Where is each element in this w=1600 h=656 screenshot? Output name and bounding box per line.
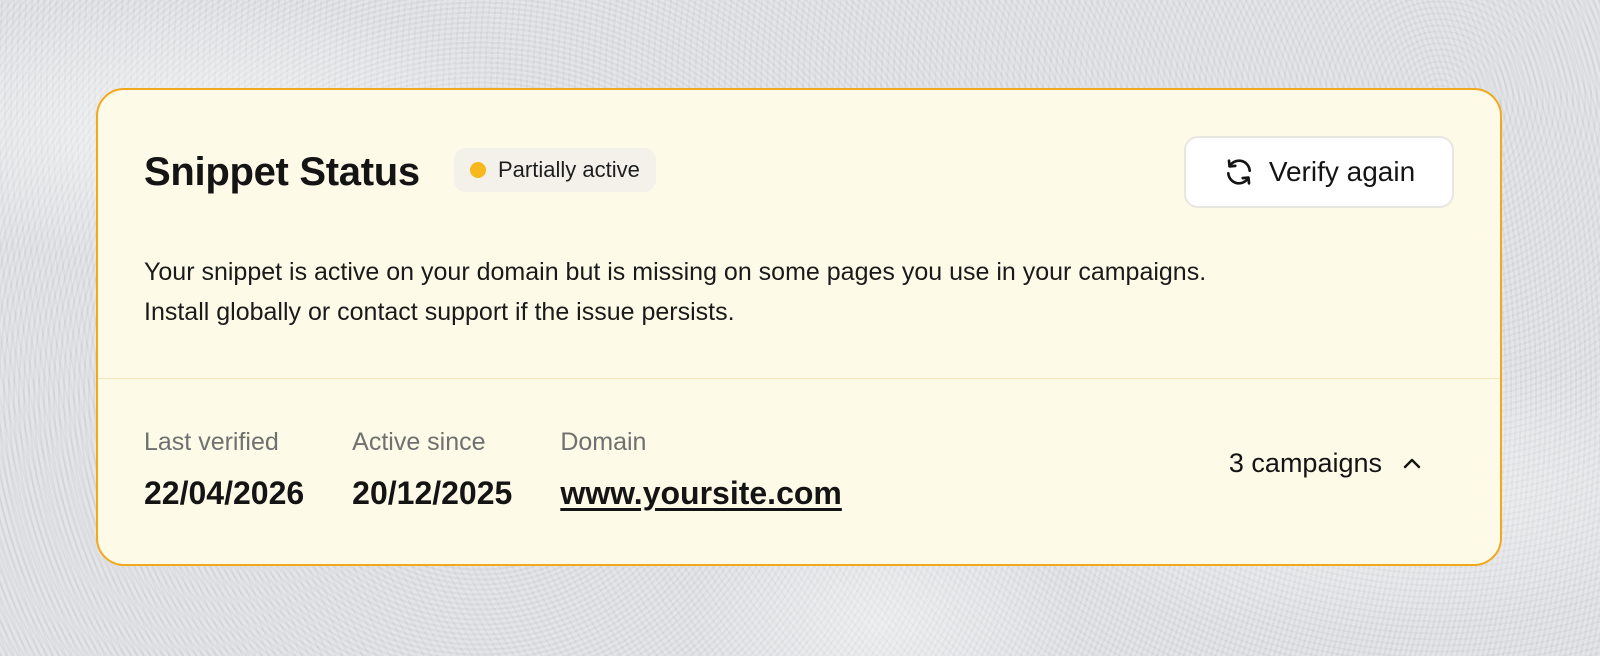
- meta-last-verified: Last verified 22/04/2026: [144, 426, 304, 512]
- last-verified-label: Last verified: [144, 428, 279, 456]
- domain-label: Domain: [560, 428, 647, 456]
- description-line-2: Install globally or contact support if t…: [144, 298, 735, 326]
- section-divider: [98, 378, 1500, 379]
- status-badge: Partially active: [454, 148, 656, 192]
- status-badge-label: Partially active: [498, 157, 640, 182]
- snippet-status-card: Snippet Status Partially active Verify a…: [96, 88, 1502, 566]
- snippet-meta: Last verified 22/04/2026 Active since 20…: [144, 426, 842, 512]
- campaigns-toggle[interactable]: 3 campaigns: [1229, 448, 1424, 479]
- last-verified-value: 22/04/2026: [144, 475, 305, 511]
- verify-again-label: Verify again: [1268, 156, 1416, 187]
- verify-again-button[interactable]: Verify again: [1184, 136, 1454, 208]
- status-description: Your snippet is active on your domain bu…: [144, 252, 1444, 332]
- active-since-value: 20/12/2025: [352, 475, 513, 511]
- card-header: Snippet Status Partially active Verify a…: [144, 136, 1454, 208]
- domain-link[interactable]: www.yoursite.com: [560, 474, 842, 512]
- status-dot-icon: [470, 162, 486, 178]
- card-title: Snippet Status: [144, 150, 420, 194]
- campaigns-count-label: 3 campaigns: [1228, 448, 1382, 478]
- meta-domain: Domain www.yoursite.com: [560, 426, 842, 512]
- refresh-icon: [1223, 156, 1255, 188]
- meta-active-since: Active since 20/12/2025: [352, 426, 512, 512]
- description-line-1: Your snippet is active on your domain bu…: [144, 258, 1207, 286]
- active-since-label: Active since: [352, 428, 486, 456]
- chevron-up-icon: [1400, 452, 1424, 476]
